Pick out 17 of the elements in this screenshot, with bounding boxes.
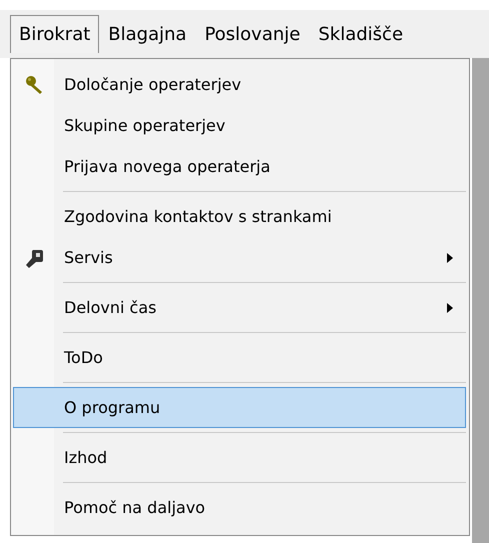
- menu-item[interactable]: Delovni čas: [13, 287, 466, 328]
- menu-bar-item[interactable]: Poslovanje: [196, 15, 310, 53]
- key-icon: [25, 74, 45, 94]
- menu-bar-item[interactable]: Blagajna: [99, 15, 196, 53]
- submenu-arrow-icon: [447, 253, 453, 263]
- menu-item[interactable]: O programu: [13, 387, 466, 428]
- submenu-arrow-icon: [447, 303, 453, 313]
- menu-bar-item[interactable]: Birokrat: [10, 15, 100, 53]
- menu-item[interactable]: Prijava novega operaterja: [13, 146, 466, 187]
- menu-item[interactable]: Skupine operaterjev: [13, 105, 466, 146]
- menu-item[interactable]: Izhod: [13, 437, 466, 478]
- menu-item[interactable]: Zgodovina kontaktov s strankami: [13, 196, 466, 237]
- menu-item[interactable]: Pomoč na daljavo: [13, 487, 466, 528]
- menu-item[interactable]: ToDo: [13, 337, 466, 378]
- menu-item[interactable]: Servis: [13, 237, 466, 278]
- menu-bar-item[interactable]: Skladišče: [309, 15, 412, 53]
- menu-item[interactable]: Določanje operaterjev: [13, 64, 466, 105]
